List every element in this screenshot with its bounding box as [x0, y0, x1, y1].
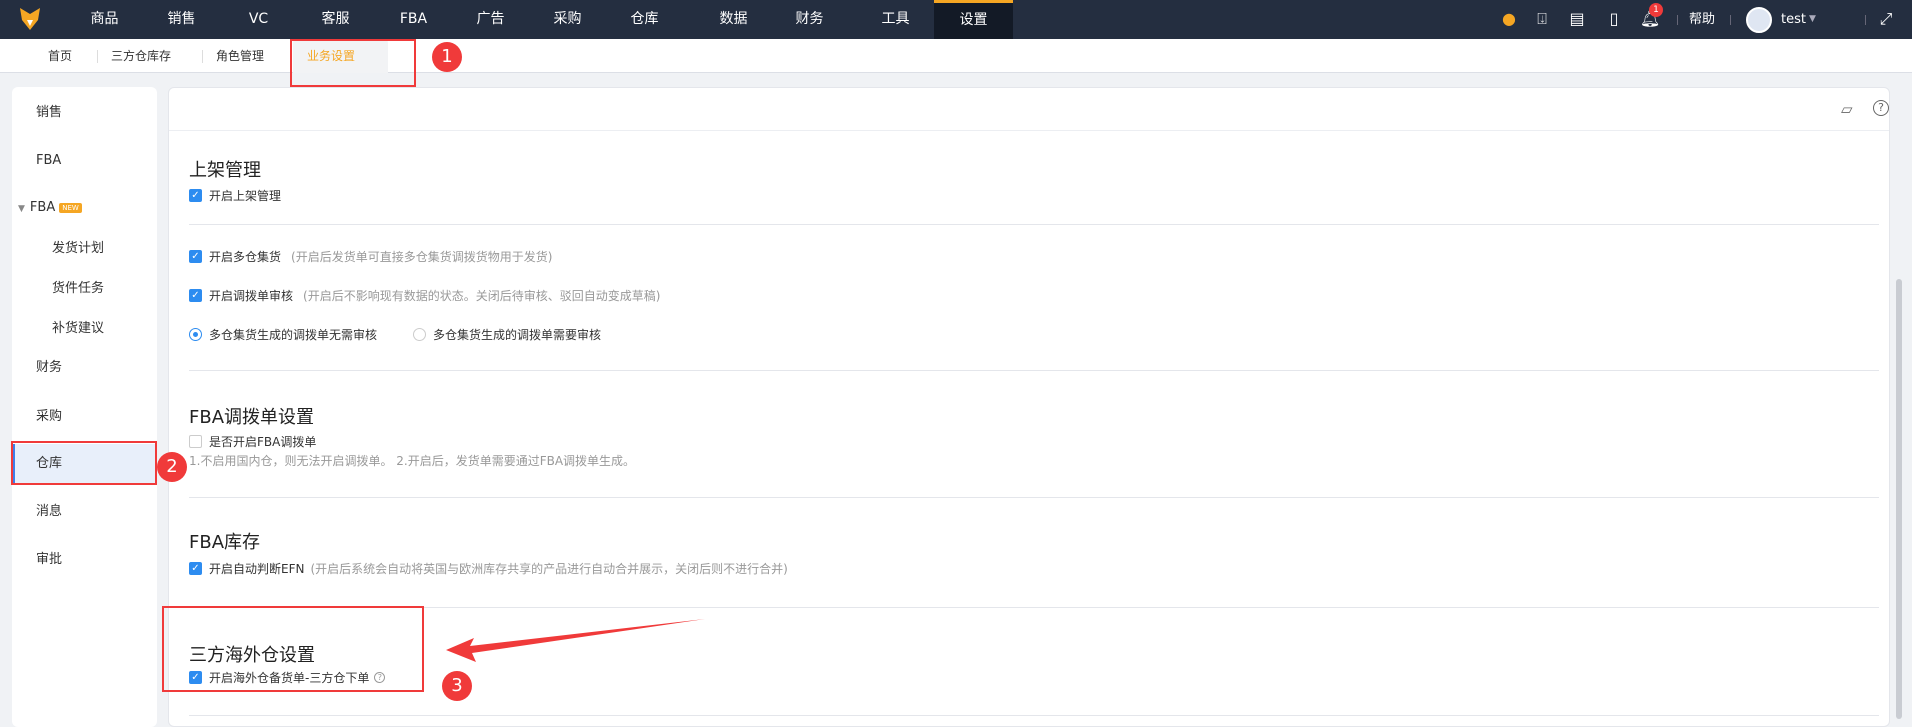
annotation-arrow — [446, 619, 705, 662]
